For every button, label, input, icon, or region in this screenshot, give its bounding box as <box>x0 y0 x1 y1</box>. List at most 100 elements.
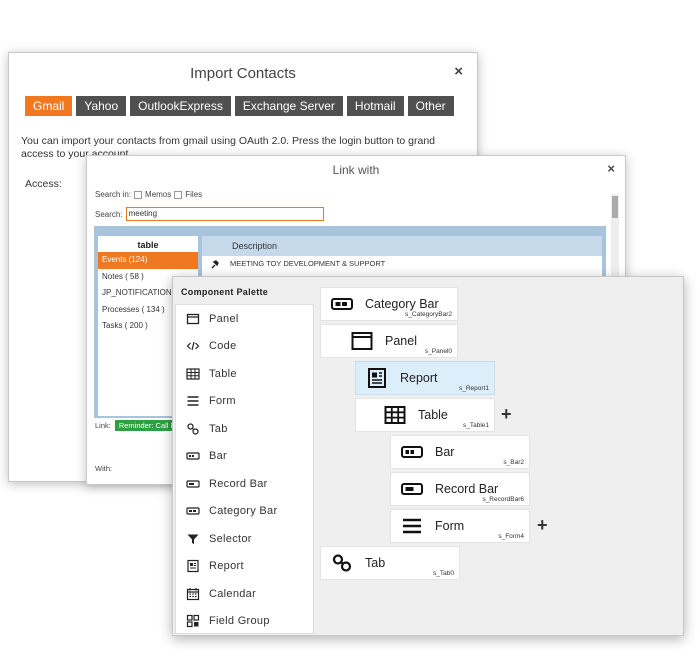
palette-item-code[interactable]: Code <box>176 333 313 361</box>
tree-node-table[interactable]: Table s_Table1 <box>355 398 495 432</box>
palette-item-label: Tab <box>209 422 228 435</box>
reminder-badge[interactable]: Reminder: Call M <box>114 420 181 431</box>
component-palette-window: Component Palette Panel Code Table Form … <box>172 276 684 636</box>
palette-item-table[interactable]: Table <box>176 360 313 388</box>
component-palette-title: Component Palette <box>181 287 269 297</box>
panel-icon <box>351 332 373 350</box>
tab-hotmail[interactable]: Hotmail <box>346 96 404 116</box>
table-icon <box>384 406 406 424</box>
row-description: MEETING TOY DEVELOPMENT & SUPPORT <box>230 259 386 268</box>
palette-item-field-group[interactable]: Field Group <box>176 608 313 636</box>
panel-icon <box>186 313 200 324</box>
form-icon <box>403 518 421 534</box>
report-icon <box>368 368 386 388</box>
table-icon <box>186 368 200 380</box>
import-contacts-title: Import Contacts <box>190 65 296 82</box>
palette-item-bar[interactable]: Bar <box>176 443 313 471</box>
files-checkbox[interactable] <box>174 190 183 199</box>
palette-item-label: Report <box>209 560 244 573</box>
description-header: Description <box>202 236 602 256</box>
search-label: Search: <box>95 209 123 219</box>
with-label: With: <box>95 464 113 473</box>
record-bar-icon <box>401 483 423 495</box>
table-row[interactable]: MEETING TOY DEVELOPMENT & SUPPORT <box>202 256 602 272</box>
screenshot-stage: Import Contacts × Gmail Yahoo OutlookExp… <box>0 0 700 658</box>
tree-node-bar[interactable]: Bar s_Bar2 <box>390 435 530 469</box>
tree-node-category-bar[interactable]: Category Bar s_CategoryBar2 <box>320 287 458 321</box>
tree-node-id: s_Report1 <box>459 385 489 392</box>
close-icon[interactable]: × <box>607 161 615 176</box>
palette-item-label: Selector <box>209 532 252 545</box>
tab-icon <box>187 423 199 435</box>
palette-item-tab[interactable]: Tab <box>176 415 313 443</box>
palette-item-label: Calendar <box>209 587 257 600</box>
tree-node-label: Table <box>418 408 448 422</box>
tree-node-id: s_CategoryBar2 <box>405 311 452 318</box>
provider-tabs: Gmail Yahoo OutlookExpress Exchange Serv… <box>25 96 454 116</box>
palette-item-form[interactable]: Form <box>176 388 313 416</box>
palette-item-label: Form <box>209 395 236 408</box>
tree-node-panel[interactable]: Panel s_Panel0 <box>320 324 458 358</box>
link-row: Link: Reminder: Call M <box>95 420 181 431</box>
palette-item-label: Bar <box>209 450 228 463</box>
palette-item-category-bar[interactable]: Category Bar <box>176 498 313 526</box>
pin-icon <box>211 260 219 269</box>
tree-node-id: s_Bar2 <box>503 459 524 466</box>
link-with-title: Link with <box>332 163 380 177</box>
bar-icon <box>186 452 200 460</box>
filter-icon <box>187 534 199 544</box>
palette-item-record-bar[interactable]: Record Bar <box>176 470 313 498</box>
tree-node-label: Record Bar <box>435 482 499 496</box>
add-child-button[interactable]: + <box>537 516 548 534</box>
tree-node-id: s_RecordBar6 <box>482 496 524 503</box>
palette-item-label: Category Bar <box>209 505 278 518</box>
code-icon <box>186 342 200 351</box>
add-child-button[interactable]: + <box>501 405 512 423</box>
report-icon <box>187 560 199 573</box>
tree-node-record-bar[interactable]: Record Bar s_RecordBar6 <box>390 472 530 506</box>
palette-item-label: Table <box>209 367 237 380</box>
palette-item-selector[interactable]: Selector <box>176 525 313 553</box>
tree-node-report[interactable]: Report s_Report1 <box>355 361 495 395</box>
palette-item-panel[interactable]: Panel <box>176 305 313 333</box>
palette-item-label: Panel <box>209 312 239 325</box>
table-item-events[interactable]: Events (124) <box>98 252 198 269</box>
palette-item-calendar[interactable]: Calendar <box>176 580 313 608</box>
search-row: Search: meeting <box>95 207 324 221</box>
tab-outlook-express[interactable]: OutlookExpress <box>130 96 231 116</box>
tab-yahoo[interactable]: Yahoo <box>76 96 127 116</box>
tab-other[interactable]: Other <box>407 96 454 116</box>
field-group-icon <box>186 615 200 628</box>
tree-node-form[interactable]: Form s_Form4 <box>390 509 530 543</box>
close-icon[interactable]: × <box>454 63 463 80</box>
memos-label: Memos <box>145 190 172 199</box>
tree-node-label: Panel <box>385 334 417 348</box>
palette-item-label: Code <box>209 340 237 353</box>
record-bar-icon <box>186 480 200 488</box>
palette-item-label: Record Bar <box>209 477 268 490</box>
tree-node-label: Form <box>435 519 465 533</box>
component-palette-list: Panel Code Table Form Tab Bar Record Bar… <box>175 304 314 634</box>
tab-exchange-server[interactable]: Exchange Server <box>234 96 343 116</box>
tree-node-tab[interactable]: Tab s_Tab0 <box>320 546 460 580</box>
table-list-header: table <box>137 240 159 250</box>
tree-node-label: Tab <box>365 556 386 570</box>
tree-node-id: s_Panel0 <box>424 348 452 355</box>
link-label: Link: <box>95 421 111 430</box>
bar-icon <box>401 446 423 458</box>
scrollbar-thumb[interactable] <box>612 196 618 218</box>
palette-item-label: Field Group <box>209 615 270 628</box>
tab-gmail[interactable]: Gmail <box>25 96 73 116</box>
form-icon <box>187 396 199 406</box>
search-in-label: Search in: <box>95 190 132 199</box>
search-in-row: Search in: Memos Files <box>95 190 202 199</box>
tree-node-label: Bar <box>435 445 455 459</box>
tree-node-id: s_Form4 <box>498 533 524 540</box>
category-bar-icon <box>186 507 200 515</box>
tree-node-id: s_Table1 <box>462 422 489 429</box>
memos-checkbox[interactable] <box>134 190 143 199</box>
search-input[interactable]: meeting <box>125 207 324 221</box>
palette-item-report[interactable]: Report <box>176 553 313 581</box>
category-bar-icon <box>331 298 353 310</box>
tab-icon <box>332 554 352 572</box>
